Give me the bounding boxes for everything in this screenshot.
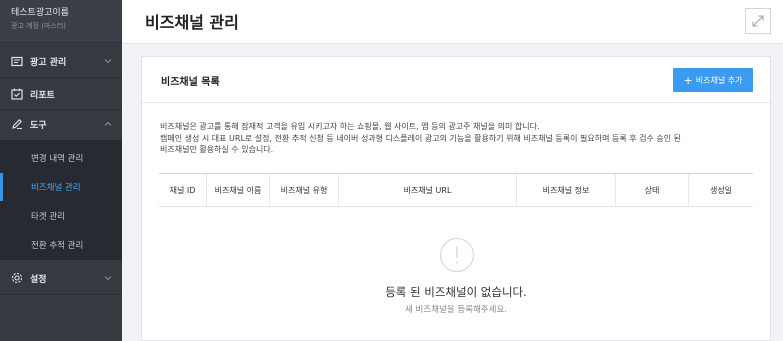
- pencil-icon: [11, 118, 23, 130]
- bizchannel-table-header: 채널 ID 비즈채널 이름 비즈채널 유형 비즈채널 URL 비즈채널 정보 상…: [159, 173, 753, 207]
- plus-icon: +: [683, 73, 693, 87]
- bizchannel-list-card: 비즈채널 목록 + 비즈채널 추가 비즈채널은 광고를 통해 잠재적 고객을 유…: [141, 56, 771, 341]
- page-title: 비즈채널 관리: [145, 13, 239, 32]
- column-header-type[interactable]: 비즈채널 유형: [270, 174, 339, 206]
- menu-settings-label: 설정: [30, 274, 47, 285]
- sidebar: 테스트광고이름 광고 계정 (마스터) 광고 관리 리포트 도구 변경 내역 관…: [0, 0, 122, 341]
- chevron-down-icon: [104, 276, 112, 281]
- card-title: 비즈채널 목록: [161, 77, 220, 88]
- submenu-item-conversion-tracking[interactable]: 전환 추적 관리: [0, 231, 122, 259]
- column-header-status[interactable]: 상태: [616, 174, 689, 206]
- account-name: 테스트광고이름: [11, 8, 69, 18]
- description-line: 캠페인 생성 시 대표 URL로 설정, 전환 추적 신청 등 네이버 성과형 …: [160, 133, 682, 143]
- expand-icon: [752, 15, 764, 27]
- menu-tools-label: 도구: [30, 120, 47, 131]
- submenu-item-bizchannel[interactable]: 비즈채널 관리: [0, 173, 122, 201]
- menu-settings[interactable]: 설정: [0, 262, 122, 294]
- menu-reports[interactable]: 리포트: [0, 78, 122, 110]
- column-header-created[interactable]: 생성일: [689, 174, 753, 206]
- chevron-up-icon: [104, 121, 112, 126]
- description-line: 비즈채널은 광고를 통해 잠재적 고객을 유입 시키고자 하는 쇼핑몰, 웹 사…: [160, 122, 540, 131]
- divider: [0, 294, 122, 295]
- add-bizchannel-label: 비즈채널 추가: [695, 75, 743, 85]
- menu-ads-label: 광고 관리: [30, 57, 67, 68]
- submenu-item-target[interactable]: 타겟 관리: [0, 202, 122, 230]
- column-header-info[interactable]: 비즈채널 정보: [517, 174, 616, 206]
- tools-submenu: 변경 내역 관리 비즈채널 관리 타겟 관리 전환 추적 관리: [0, 140, 122, 260]
- column-header-url[interactable]: 비즈채널 URL: [339, 174, 517, 206]
- submenu-item-change-history[interactable]: 변경 내역 관리: [0, 144, 122, 172]
- column-header-name[interactable]: 비즈채널 이름: [207, 174, 270, 206]
- page-header: 비즈채널 관리: [122, 0, 783, 44]
- main-content: 비즈채널 관리 비즈채널 목록 + 비즈채널 추가 비즈채널은 광고를 통해 잠…: [122, 0, 783, 341]
- menu-ads[interactable]: 광고 관리: [0, 45, 122, 77]
- description-line: 비즈채널만 활용하실 수 있습니다.: [160, 145, 274, 154]
- empty-state-subtitle: 새 비즈채널을 등록해주세요.: [405, 305, 507, 315]
- gear-icon: [11, 272, 23, 284]
- expand-button[interactable]: [745, 8, 771, 34]
- card-header: 비즈채널 목록 + 비즈채널 추가: [142, 57, 770, 103]
- ad-card-icon: [11, 55, 23, 67]
- report-check-icon: [11, 88, 23, 100]
- menu-tools[interactable]: 도구: [0, 108, 122, 140]
- account-role: 광고 계정 (마스터): [11, 22, 66, 30]
- description: 비즈채널은 광고를 통해 잠재적 고객을 유입 시키고자 하는 쇼핑몰, 웹 사…: [160, 121, 760, 156]
- account-switcher[interactable]: 테스트광고이름 광고 계정 (마스터): [0, 0, 122, 43]
- chevron-down-icon: [104, 59, 112, 64]
- column-header-channel-id[interactable]: 채널 ID: [159, 174, 207, 206]
- menu-reports-label: 리포트: [30, 90, 55, 101]
- exclamation-circle-icon: [439, 237, 475, 273]
- empty-state-title: 등록 된 비즈채널이 없습니다.: [385, 285, 527, 299]
- add-bizchannel-button[interactable]: + 비즈채널 추가: [673, 68, 753, 92]
